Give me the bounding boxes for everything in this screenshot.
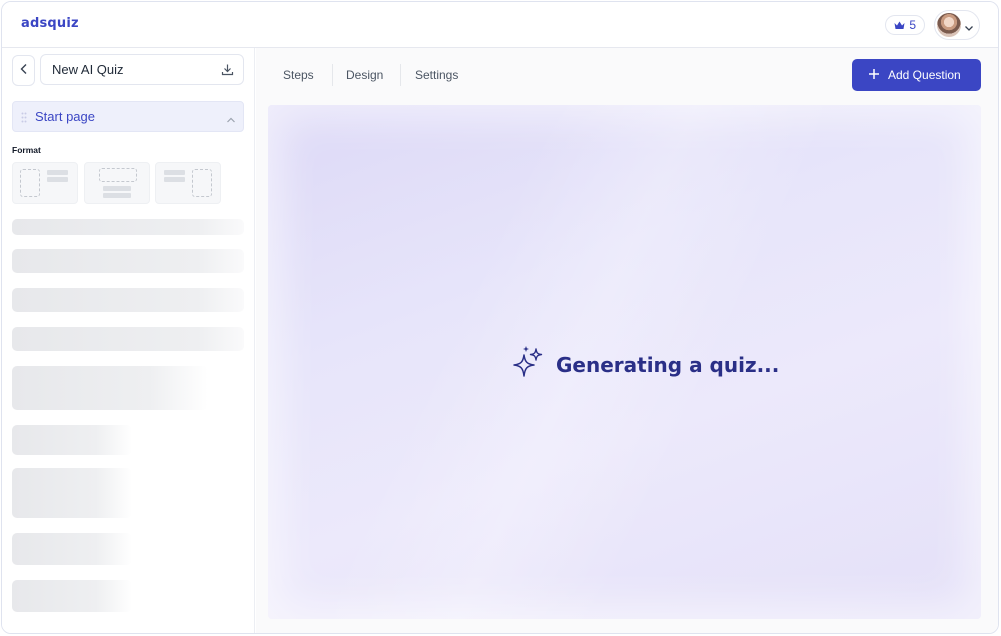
add-question-button[interactable]: Add Question <box>852 59 981 91</box>
skeleton-loader <box>12 219 244 235</box>
account-menu-button[interactable] <box>934 10 980 40</box>
quiz-preview-canvas: Generating a quiz... <box>268 105 981 619</box>
credits-badge[interactable]: 5 <box>885 15 925 35</box>
text-placeholder <box>164 170 185 175</box>
text-placeholder <box>47 170 68 175</box>
image-placeholder <box>192 169 212 197</box>
chevron-up-icon[interactable] <box>226 112 236 127</box>
skeleton-loader <box>12 249 244 273</box>
crown-icon <box>894 21 905 30</box>
skeleton-loader <box>12 288 244 312</box>
skeleton-loader <box>12 327 244 351</box>
start-page-label: Start page <box>35 109 95 124</box>
text-placeholder <box>103 193 131 198</box>
skeleton-loader <box>12 425 132 455</box>
plus-icon <box>868 68 880 83</box>
add-question-label: Add Question <box>888 68 961 82</box>
generating-status: Generating a quiz... <box>512 345 779 384</box>
tab-divider <box>400 64 401 86</box>
format-option-image-top[interactable] <box>84 162 150 204</box>
tab-steps[interactable]: Steps <box>283 68 314 82</box>
skeleton-loader <box>12 580 132 612</box>
generating-text: Generating a quiz... <box>556 352 780 377</box>
top-header: adsquiz 5 <box>2 2 998 48</box>
text-placeholder <box>103 186 131 191</box>
format-label: Format <box>12 145 41 155</box>
app-window: adsquiz 5 New AI Quiz Start page Format … <box>1 1 999 634</box>
image-placeholder <box>20 169 40 197</box>
start-page-section[interactable]: Start page <box>12 101 244 132</box>
avatar <box>937 13 961 37</box>
skeleton-loader <box>12 468 132 518</box>
download-icon[interactable] <box>221 63 234 79</box>
quiz-name-text: New AI Quiz <box>52 62 124 77</box>
app-logo[interactable]: adsquiz <box>21 16 79 31</box>
format-option-image-right[interactable] <box>155 162 221 204</box>
tab-divider <box>332 64 333 86</box>
text-placeholder <box>164 177 185 182</box>
tab-settings[interactable]: Settings <box>415 68 458 82</box>
image-placeholder <box>99 168 137 182</box>
quiz-name-field[interactable]: New AI Quiz <box>40 54 244 85</box>
text-placeholder <box>47 177 68 182</box>
skeleton-loader <box>12 366 208 410</box>
drag-handle-icon[interactable] <box>21 111 27 126</box>
sidebar: New AI Quiz Start page Format <box>2 48 255 633</box>
chevron-left-icon <box>19 62 29 80</box>
skeleton-loader <box>12 533 132 565</box>
sparkles-icon <box>512 345 546 384</box>
chevron-down-icon <box>964 20 974 38</box>
tab-design[interactable]: Design <box>346 68 383 82</box>
back-button[interactable] <box>12 55 35 86</box>
format-option-image-left[interactable] <box>12 162 78 204</box>
credits-count: 5 <box>909 18 916 32</box>
